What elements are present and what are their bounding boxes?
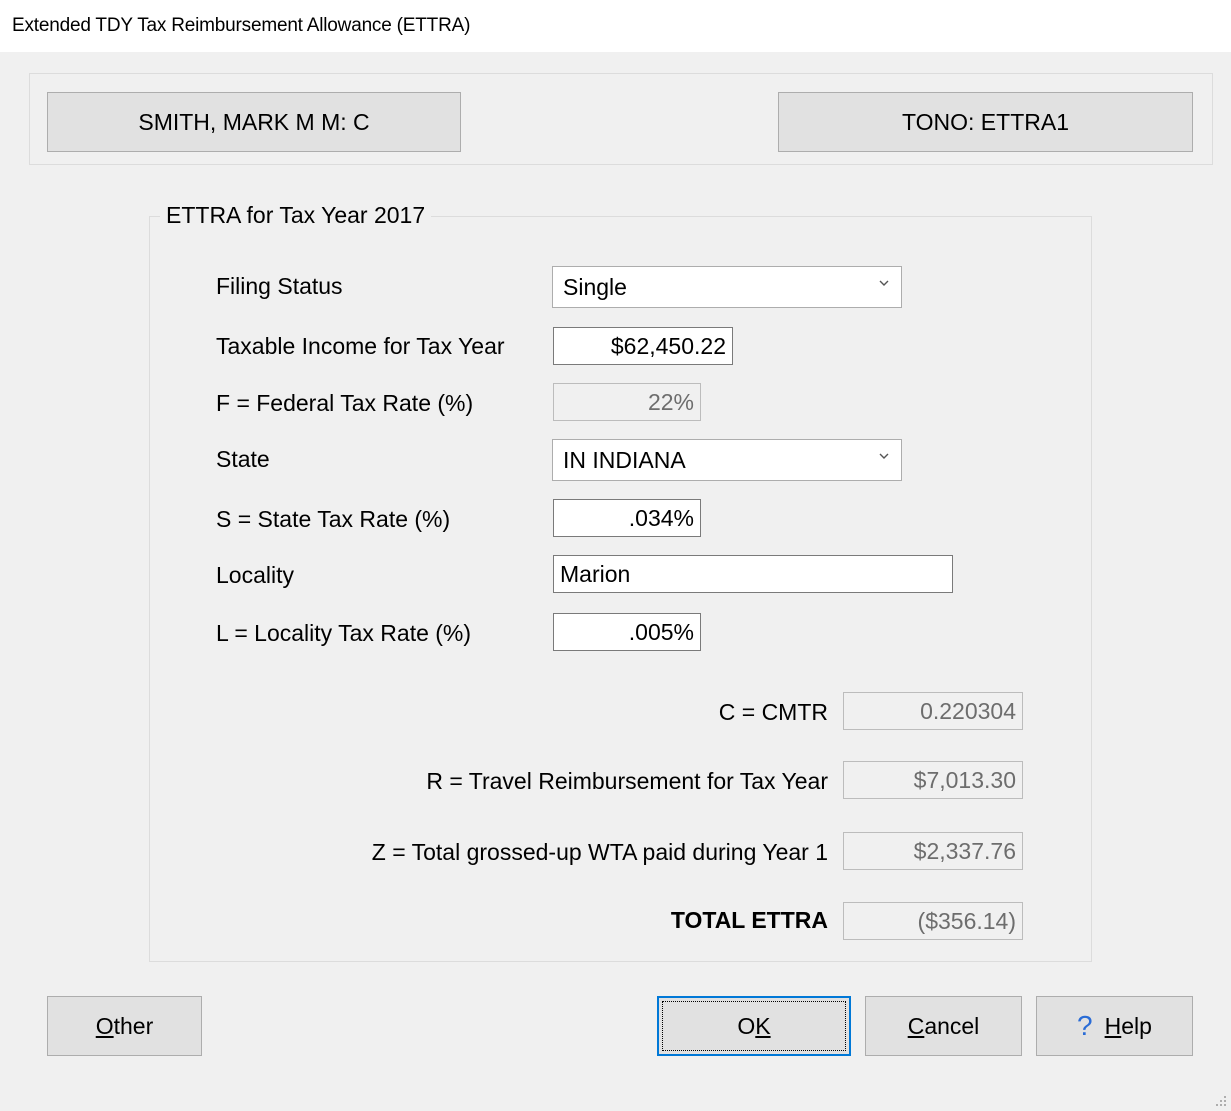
tono-label: TONO: ETTRA1 [902, 108, 1069, 135]
filing-status-select[interactable]: Single [552, 266, 902, 308]
filing-status-label: Filing Status [216, 273, 343, 299]
locality-rate-input[interactable]: .005% [553, 613, 701, 651]
cmtr-field: 0.220304 [843, 692, 1023, 730]
wta-field: $2,337.76 [843, 832, 1023, 870]
cancel-button-label: Cancel [907, 1012, 980, 1039]
reimbursement-label: R = Travel Reimbursement for Tax Year [426, 768, 828, 794]
federal-rate-value: 22% [647, 388, 694, 415]
help-icon: ? [1077, 1010, 1093, 1041]
cancel-button[interactable]: Cancel [865, 996, 1022, 1056]
chevron-down-icon [879, 280, 889, 286]
total-ettra-value: ($356.14) [917, 907, 1016, 934]
employee-name-label: SMITH, MARK M M: C [138, 108, 370, 135]
state-rate-label: S = State Tax Rate (%) [216, 506, 451, 532]
reimbursement-field: $7,013.30 [843, 761, 1023, 799]
state-label: State [216, 446, 270, 472]
other-button[interactable]: Other [47, 996, 202, 1056]
wta-label: Z = Total grossed-up WTA paid during Yea… [371, 839, 828, 865]
taxable-income-input[interactable]: $62,450.22 [553, 327, 733, 365]
resize-grip-icon[interactable] [1215, 1095, 1227, 1107]
taxable-income-label: Taxable Income for Tax Year [216, 333, 505, 359]
help-button[interactable]: ? Help [1036, 996, 1193, 1056]
employee-name-button[interactable]: SMITH, MARK M M: C [47, 92, 461, 152]
state-rate-value: .034% [628, 504, 694, 531]
group-title: ETTRA for Tax Year 2017 [160, 202, 432, 229]
federal-rate-label: F = Federal Tax Rate (%) [216, 390, 474, 416]
cmtr-value: 0.220304 [920, 697, 1016, 724]
cmtr-label: C = CMTR [718, 699, 828, 725]
total-ettra-label: TOTAL ETTRA [670, 907, 828, 933]
other-button-label: Other [95, 1012, 154, 1039]
filing-status-value: Single [563, 273, 627, 300]
locality-input[interactable]: Marion [553, 555, 953, 593]
locality-rate-value: .005% [628, 618, 694, 645]
state-select[interactable]: IN INDIANA [552, 439, 902, 481]
locality-label: Locality [216, 562, 294, 588]
state-rate-input[interactable]: .034% [553, 499, 701, 537]
focus-rectangle [662, 1001, 846, 1051]
window-title: Extended TDY Tax Reimbursement Allowance… [0, 0, 1231, 52]
tono-button[interactable]: TONO: ETTRA1 [778, 92, 1193, 152]
federal-rate-field: 22% [553, 383, 701, 421]
ok-button[interactable]: OK [657, 996, 851, 1056]
reimbursement-value: $7,013.30 [913, 766, 1016, 793]
total-ettra-field: ($356.14) [843, 902, 1023, 940]
taxable-income-value: $62,450.22 [610, 332, 726, 359]
chevron-down-icon [879, 453, 889, 459]
wta-value: $2,337.76 [913, 837, 1016, 864]
locality-rate-label: L = Locality Tax Rate (%) [216, 620, 472, 646]
state-value: IN INDIANA [563, 446, 686, 473]
locality-value: Marion [560, 560, 631, 587]
help-button-label: Help [1104, 1012, 1152, 1039]
